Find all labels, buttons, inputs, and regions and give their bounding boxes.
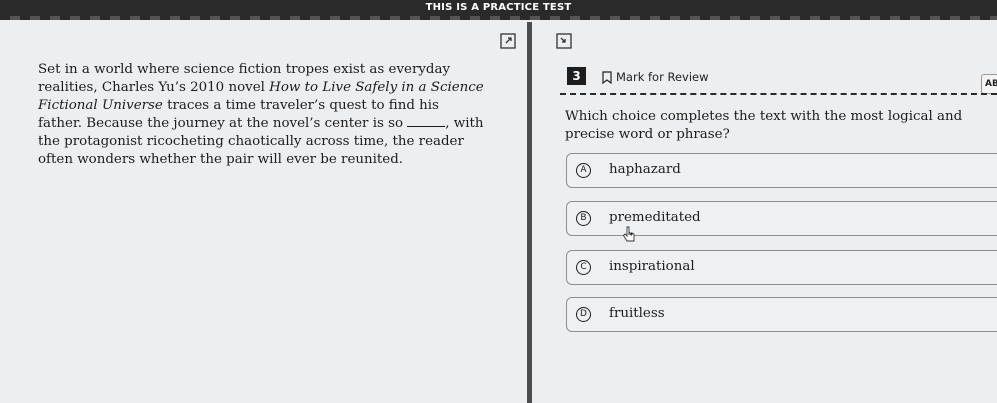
mark-for-review-button[interactable]: Mark for Review (602, 70, 709, 84)
choice-text: haphazard (609, 162, 681, 177)
bookmark-icon (602, 70, 612, 84)
question-prompt: Which choice completes the text with the… (565, 109, 963, 142)
choice-letter: A (576, 163, 591, 178)
choice-text: inspirational (609, 259, 695, 274)
pane-divider[interactable] (527, 22, 532, 403)
choice-text: fruitless (609, 306, 665, 321)
expand-icon[interactable] (500, 33, 516, 49)
mark-for-review-label: Mark for Review (616, 70, 709, 84)
answer-eliminator-button[interactable]: ABC (981, 74, 997, 94)
choice-letter: B (576, 211, 591, 226)
practice-banner: THIS IS A PRACTICE TEST (0, 0, 997, 20)
passage-text: Set in a world where science fiction tro… (38, 61, 486, 169)
choice-a[interactable]: A haphazard (566, 153, 997, 188)
question-header-divider (560, 93, 997, 95)
banner-title: THIS IS A PRACTICE TEST (425, 2, 572, 13)
choice-letter: C (576, 260, 591, 275)
answer-blank (407, 116, 446, 127)
hand-cursor-icon (621, 226, 637, 244)
choice-letter: D (576, 307, 591, 322)
collapse-icon[interactable] (556, 33, 572, 49)
choice-d[interactable]: D fruitless (566, 297, 997, 332)
banner-stripe (0, 16, 997, 20)
question-number: 3 (567, 67, 586, 85)
choice-c[interactable]: C inspirational (566, 250, 997, 285)
choice-text: premeditated (609, 210, 701, 225)
